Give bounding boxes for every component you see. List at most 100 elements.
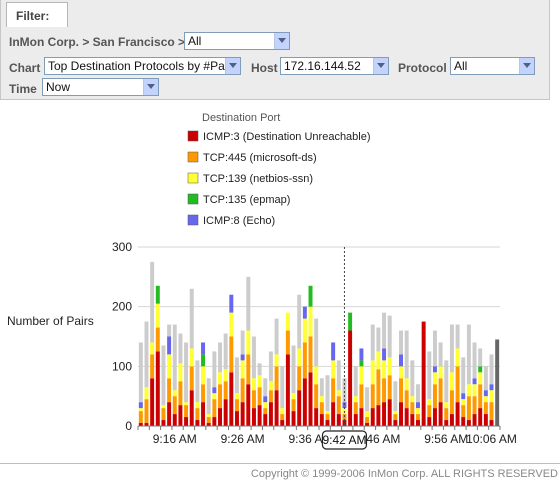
bar-segment [319,396,324,403]
bar-segment [370,408,375,426]
filter-panel: Filter: InMon Corp. > San Francisco > Al… [0,0,550,100]
bar-segment [336,396,341,415]
bar-segment [150,354,155,379]
bar-segment [150,378,155,426]
bar-segment [489,384,494,391]
bar-segment [393,414,398,421]
bar-segment [263,408,268,415]
bar-segment [206,378,211,415]
bar-segment [138,411,143,424]
bar-segment [410,396,415,403]
chart-select[interactable]: Top Destination Protocols by #Pairs [44,57,241,75]
legend-label: ICMP:3 (Destination Unreachable) [203,131,371,143]
bar-segment [308,306,313,337]
bar-segment [393,420,398,426]
bar-segment [399,402,403,426]
bar-segment [404,408,409,426]
bar-segment [218,384,222,409]
bar-segment [483,390,488,397]
bar-segment [404,330,409,379]
protocol-select[interactable]: All [450,57,535,75]
bar-segment [150,261,155,343]
bar-segment [342,378,347,403]
bar-segment [308,285,313,307]
bar-segment [291,411,296,426]
host-select[interactable]: 172.16.144.52 [280,57,389,75]
bar-segment [432,330,437,367]
legend-swatch [187,193,199,205]
bar-segment [472,396,477,415]
plot-area: 01002003009:16 AM 9:26 AM 9:36 AM 9:46 AM 9:… [112,240,517,450]
chevron-down-icon[interactable] [225,58,240,74]
time-select[interactable]: Now [42,78,159,96]
bar-segment [461,417,466,426]
bar-segment [359,384,364,409]
bar-segment [382,348,387,361]
bar-segment [223,399,228,426]
bar-segment [376,405,381,426]
bar-segment [365,411,370,418]
bar-segment [489,420,494,426]
location-select-value: All [188,34,202,48]
bar-segment [257,387,262,406]
bar-segment [319,402,324,415]
bar-segment [138,342,143,403]
bar-segment [314,318,319,367]
bar-segment [359,360,364,367]
bar-segment [223,381,228,400]
bar-segment [212,393,217,400]
bar-segment [489,390,494,403]
bar-segment [240,330,245,355]
bar-segment [155,327,160,352]
bar-segment [427,399,432,406]
chevron-down-icon[interactable] [143,79,158,95]
bar-segment [438,342,443,367]
filter-tab[interactable]: Filter: [6,2,68,27]
bar-segment [206,414,211,418]
bar-segment [172,396,177,415]
chevron-down-icon[interactable] [373,58,388,74]
bar-segment [167,336,172,355]
y-tick-label: 100 [112,359,132,373]
bar-segment [268,402,273,426]
bar-segment [359,348,364,361]
bar-segment [218,342,222,373]
bar-segment [229,372,234,426]
bar-segment [399,378,403,403]
bar-segment [336,414,341,426]
bar-segment [268,390,273,403]
bar-segment [229,294,234,313]
legend-swatch [187,130,199,142]
bar-segment [444,420,449,426]
chevron-down-icon[interactable] [519,58,534,74]
bar-segment [184,342,189,403]
bar-segment [302,342,307,379]
bar-segment [489,402,494,421]
x-tick-label: 9:16 AM [153,432,197,446]
bar-segment [432,372,437,385]
host-label: Host [251,61,278,75]
bar-segment [489,354,494,385]
bar-segment [325,414,330,421]
bar-segment [376,369,381,406]
bar-segment [348,330,353,426]
bar-segment [314,408,319,426]
legend-title: Destination Port [202,112,280,124]
bar-segment [251,378,256,391]
bar-segment [404,390,409,409]
bar-segment [472,414,477,426]
chevron-down-icon[interactable] [274,33,289,49]
bar-segment [212,417,217,426]
bar-segment [427,405,432,418]
legend-swatch [187,214,199,226]
location-select[interactable]: All [184,32,290,50]
bar-segment [138,402,143,409]
bar-segment [297,390,302,426]
bar-segment [376,327,381,352]
x-tick-label: 9:56 AM [424,432,468,446]
bar-segment [172,414,177,426]
bar-segment [319,378,324,397]
bar-segment [178,333,183,364]
bar-segment [189,366,194,391]
bar-segment [167,354,172,379]
